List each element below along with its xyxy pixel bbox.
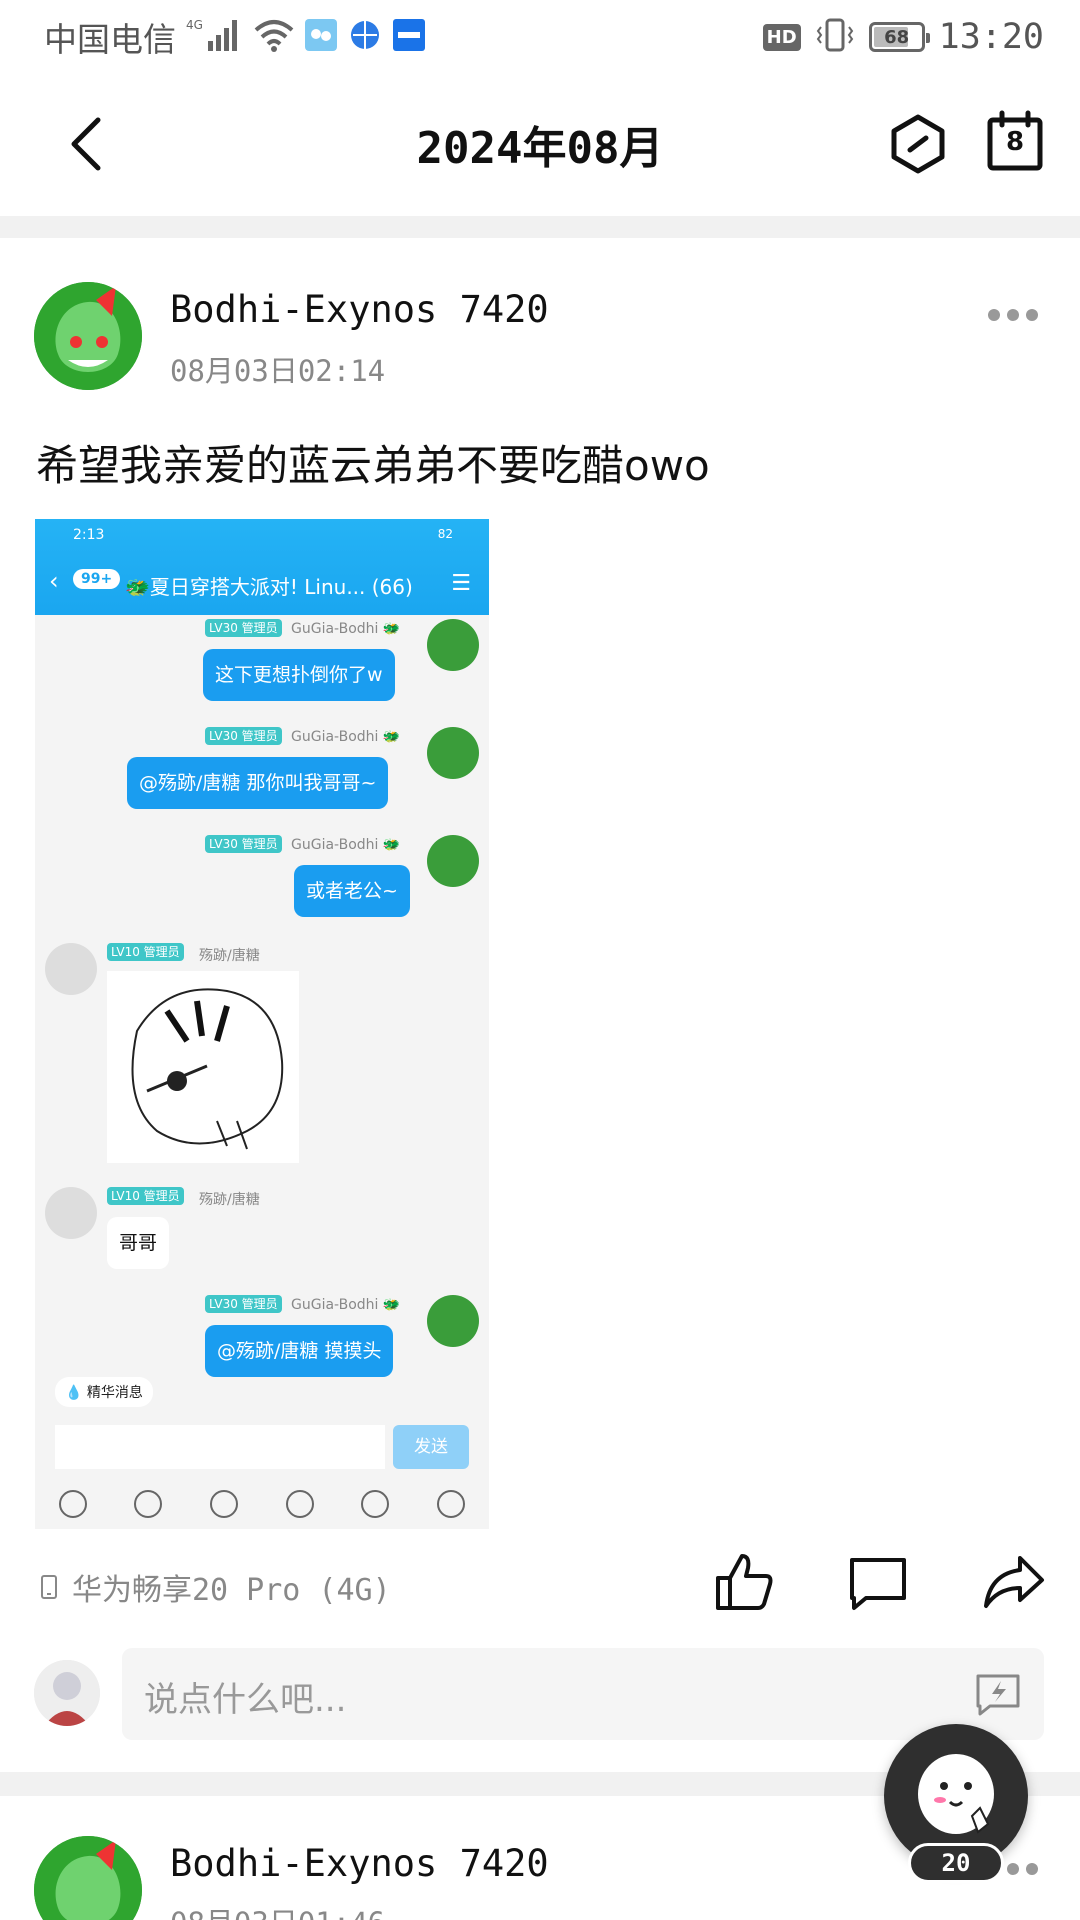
level-tag: LV30 管理员 (205, 835, 282, 853)
status-bar: 中国电信 4G HD 68 13:20 (0, 0, 1080, 74)
app-notification-icon (304, 18, 338, 56)
chat-message: 哥哥 (107, 1217, 170, 1269)
chat-message: @殇跡/唐糖 那你叫我哥哥~ (127, 757, 389, 809)
hexagon-icon (891, 114, 945, 174)
post-time: 08月03日02:14 (170, 354, 386, 388)
device-info: 华为畅享20 Pro (4G) (40, 1565, 391, 1609)
sender-name: 殇跡/唐糖 (199, 948, 260, 964)
image-icon (134, 1490, 163, 1518)
sticker-image (107, 971, 299, 1163)
svg-text:4G: 4G (186, 18, 203, 32)
comment-placeholder: 说点什么吧... (144, 1680, 347, 1720)
redpacket-icon (285, 1490, 314, 1518)
level-tag: LV30 管理员 (205, 1295, 282, 1313)
tianyi-notification-icon (392, 18, 426, 56)
sender-avatar (427, 835, 479, 887)
comment-button[interactable] (846, 1550, 910, 1614)
unread-badge: 99+ (73, 569, 121, 589)
sender-name: GuGia-Bodhi 🐲 (291, 1297, 401, 1313)
sender-avatar (427, 619, 479, 671)
shot-back-icon: ‹ (49, 567, 59, 595)
more-options-button[interactable] (988, 309, 1038, 323)
calendar-day: 8 (1005, 127, 1025, 157)
battery-level: 68 (884, 26, 910, 48)
chat-message: @殇跡/唐糖 摸摸头 (205, 1325, 394, 1377)
camera-icon (210, 1490, 239, 1518)
carrier-name: 中国电信 (44, 20, 176, 59)
shot-status-time: 2:13 (73, 527, 105, 543)
quick-reply-icon[interactable] (974, 1672, 1022, 1716)
essence-chip: 💧 精华消息 (55, 1377, 153, 1407)
essence-label: 精华消息 (86, 1385, 143, 1401)
chat-message: 或者老公~ (294, 865, 410, 917)
hexagon-filter-button[interactable] (888, 112, 948, 176)
calendar-button[interactable]: 8 (986, 110, 1044, 172)
signal-icon: 4G (186, 17, 244, 57)
post-content: 希望我亲爱的蓝云弟弟不要吃醋owo (36, 441, 710, 490)
sender-avatar (45, 1187, 97, 1239)
thumbs-up-icon (716, 1554, 773, 1610)
battery-icon: 68 (868, 22, 930, 52)
shot-status-battery: 82 (437, 527, 453, 541)
my-avatar[interactable] (34, 1660, 100, 1726)
phone-icon (41, 1575, 57, 1599)
menu-icon: ☰ (451, 571, 471, 596)
like-button[interactable] (712, 1550, 776, 1614)
hd-voice-icon: HD (762, 23, 801, 51)
post-time: 08月03日01:46 (170, 1900, 385, 1920)
sender-avatar (427, 727, 479, 779)
clock: 13:20 (938, 17, 1044, 57)
share-icon (984, 1556, 1044, 1608)
section-divider (0, 216, 1080, 238)
sender-avatar (427, 1295, 479, 1347)
chat-toolbar (35, 1479, 489, 1529)
chat-header: 2:13 82 ‹ 99+ 🐲夏日穿搭大派对! Linu... (66) ☰ (35, 519, 489, 615)
sender-name: 殇跡/唐糖 (199, 1192, 260, 1208)
top-bar: 2024年08月 8 (0, 74, 1080, 210)
notification-count[interactable]: 20 (908, 1843, 1004, 1883)
level-tag: LV10 管理员 (107, 943, 184, 961)
avatar[interactable] (34, 282, 142, 390)
wifi-icon (254, 18, 294, 56)
sender-name: GuGia-Bodhi 🐲 (291, 621, 401, 637)
comment-icon (850, 1558, 906, 1610)
sender-name: GuGia-Bodhi 🐲 (291, 729, 401, 745)
username[interactable]: Bodhi-Exynos 7420 (170, 1842, 549, 1885)
level-tag: LV10 管理员 (107, 1187, 184, 1205)
username[interactable]: Bodhi-Exynos 7420 (170, 288, 549, 331)
avatar[interactable] (34, 1836, 142, 1920)
level-tag: LV30 管理员 (205, 727, 282, 745)
post-image[interactable]: 2:13 82 ‹ 99+ 🐲夏日穿搭大派对! Linu... (66) ☰ L… (35, 519, 489, 1529)
plus-icon (437, 1490, 466, 1518)
send-button: 发送 (393, 1425, 469, 1469)
emoji-icon (361, 1490, 390, 1518)
sender-avatar (45, 943, 97, 995)
device-name: 华为畅享20 Pro (4G) (72, 1573, 391, 1608)
sender-name: GuGia-Bodhi 🐲 (291, 837, 401, 853)
chat-message: 这下更想扑倒你了w (203, 649, 395, 701)
share-button[interactable] (982, 1550, 1046, 1614)
mic-icon (58, 1490, 87, 1518)
browser-notification-icon (348, 18, 382, 56)
chat-input (55, 1425, 385, 1469)
vibrate-icon (815, 17, 855, 57)
level-tag: LV30 管理员 (205, 619, 282, 637)
group-title: 🐲夏日穿搭大派对! Linu... (66) (125, 575, 413, 599)
